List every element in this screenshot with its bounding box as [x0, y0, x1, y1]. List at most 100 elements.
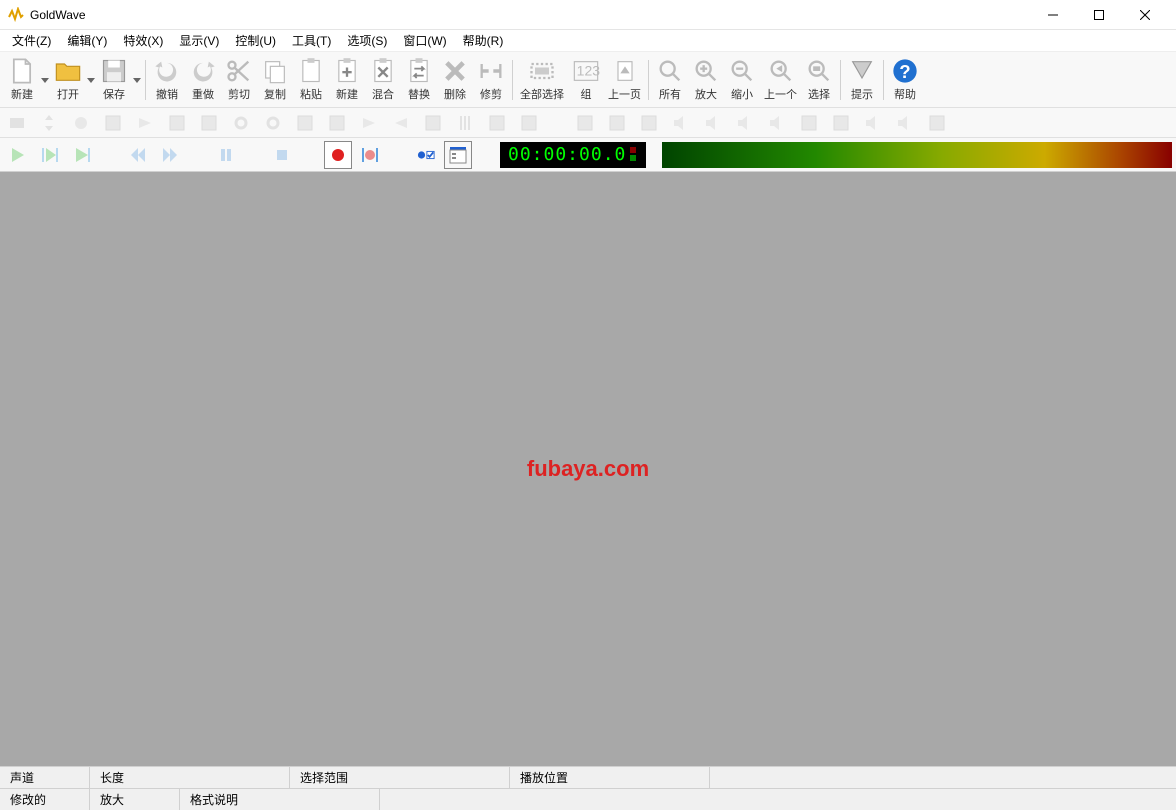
effect-sphere-button[interactable]	[68, 110, 94, 136]
toolbar-effects	[0, 108, 1176, 138]
effect-bars-button[interactable]	[324, 110, 350, 136]
minimize-button[interactable]	[1030, 0, 1076, 30]
effect-sliders-button[interactable]	[452, 110, 478, 136]
record-button[interactable]	[324, 141, 352, 169]
hint-button[interactable]: 提示	[844, 55, 880, 105]
effect-vol-down-button[interactable]	[860, 110, 886, 136]
zoom-all-button[interactable]: 所有	[652, 55, 688, 105]
menu-effects[interactable]: 特效(X)	[115, 30, 171, 51]
effect-wave-button[interactable]	[164, 110, 190, 136]
zoom-prev-icon	[767, 57, 795, 85]
paste-new-button[interactable]: 新建	[329, 55, 365, 105]
menu-tools[interactable]: 工具(T)	[284, 30, 339, 51]
save-button[interactable]: 保存	[96, 55, 132, 105]
menu-file[interactable]: 文件(Z)	[4, 30, 59, 51]
zoom-out-icon	[728, 57, 756, 85]
zoom-sel-button[interactable]: 选择	[801, 55, 837, 105]
trim-button[interactable]: 修剪	[473, 55, 509, 105]
dropdown-arrow[interactable]	[40, 55, 50, 105]
level-meter	[662, 142, 1172, 168]
effect-chip-button[interactable]	[636, 110, 662, 136]
workspace: fubaya.com	[0, 172, 1176, 766]
effect-spk-l-button[interactable]	[732, 110, 758, 136]
rewind-button[interactable]	[124, 141, 152, 169]
properties-button[interactable]	[444, 141, 472, 169]
effect-undo-arc-button[interactable]	[196, 110, 222, 136]
zoom-in-button[interactable]: 放大	[688, 55, 724, 105]
menu-control[interactable]: 控制(U)	[227, 30, 284, 51]
zoom-out-button[interactable]: 缩小	[724, 55, 760, 105]
effect-eq-button[interactable]	[292, 110, 318, 136]
menu-window[interactable]: 窗口(W)	[395, 30, 454, 51]
redo-button[interactable]: 重做	[185, 55, 221, 105]
pause-button[interactable]	[212, 141, 240, 169]
dropdown-arrow[interactable]	[132, 55, 142, 105]
prev-page-button[interactable]: 上一页	[604, 55, 645, 105]
toolbar-separator	[512, 60, 513, 100]
group-button[interactable]: 123组	[568, 55, 604, 105]
zoom-sel-icon	[805, 57, 833, 85]
effect-mark-l-button[interactable]	[796, 110, 822, 136]
timecode-display: 00:00:00.0	[500, 142, 646, 168]
effect-scissors2-button[interactable]	[924, 110, 950, 136]
toolbar-label: 全部选择	[520, 86, 564, 102]
effect-grid-button[interactable]	[516, 110, 542, 136]
selectall-icon	[528, 57, 556, 85]
effect-arrow-l-button[interactable]	[388, 110, 414, 136]
play-button[interactable]	[4, 141, 32, 169]
new-button[interactable]: 新建	[4, 55, 40, 105]
stop-button[interactable]	[268, 141, 296, 169]
replace-button[interactable]: 替换	[401, 55, 437, 105]
menu-options[interactable]: 选项(S)	[339, 30, 395, 51]
effect-spk-r-button[interactable]	[764, 110, 790, 136]
undo-button[interactable]: 撤销	[149, 55, 185, 105]
select-all-button[interactable]: 全部选择	[516, 55, 568, 105]
close-button[interactable]	[1122, 0, 1168, 30]
effect-split-button[interactable]	[420, 110, 446, 136]
app-title: GoldWave	[30, 8, 86, 22]
mix-button[interactable]: 混合	[365, 55, 401, 105]
forward-button[interactable]	[156, 141, 184, 169]
toolbar-label: 提示	[851, 86, 873, 102]
menu-view[interactable]: 显示(V)	[171, 30, 227, 51]
scissors-icon	[225, 57, 253, 85]
maximize-button[interactable]	[1076, 0, 1122, 30]
toolbar-separator	[145, 60, 146, 100]
open-button[interactable]: 打开	[50, 55, 86, 105]
menu-edit[interactable]: 编辑(Y)	[59, 30, 115, 51]
help-button[interactable]: ?帮助	[887, 55, 923, 105]
effect-arrow-r2-button[interactable]	[356, 110, 382, 136]
effect-speaker-button[interactable]	[668, 110, 694, 136]
copy-button[interactable]: 复制	[257, 55, 293, 105]
toolbar-label: 帮助	[894, 86, 916, 102]
effect-arrows-in-button[interactable]	[604, 110, 630, 136]
clipboard-plus-icon	[333, 57, 361, 85]
paste-button[interactable]: 粘贴	[293, 55, 329, 105]
effect-gear-button[interactable]	[228, 110, 254, 136]
file-icon	[8, 57, 36, 85]
record-selection-button[interactable]	[356, 141, 384, 169]
effect-mark-r-button[interactable]	[828, 110, 854, 136]
effect-vol-button[interactable]	[700, 110, 726, 136]
dropdown-arrow[interactable]	[86, 55, 96, 105]
zoom-prev-button[interactable]: 上一个	[760, 55, 801, 105]
toolbar-separator	[648, 60, 649, 100]
play-selection-button[interactable]	[36, 141, 64, 169]
effect-arrow-r-button[interactable]	[132, 110, 158, 136]
status-cell-播放位置: 播放位置	[510, 767, 710, 788]
effect-arrows-v-button[interactable]	[36, 110, 62, 136]
cut-button[interactable]: 剪切	[221, 55, 257, 105]
play-loop-button[interactable]	[68, 141, 96, 169]
toolbar-label: 替换	[408, 86, 430, 102]
record-mode-button[interactable]	[412, 141, 440, 169]
effect-box-button[interactable]	[484, 110, 510, 136]
effect-vol-up-button[interactable]	[892, 110, 918, 136]
statusbar-1: 声道长度选择范围播放位置	[0, 766, 1176, 788]
menu-help[interactable]: 帮助(R)	[455, 30, 512, 51]
effect-branch-button[interactable]	[100, 110, 126, 136]
effect-gear2-button[interactable]	[260, 110, 286, 136]
effect-rect-button[interactable]	[4, 110, 30, 136]
delete-button[interactable]: 删除	[437, 55, 473, 105]
effect-wave2-button[interactable]	[572, 110, 598, 136]
toolbar-label: 打开	[57, 86, 79, 102]
